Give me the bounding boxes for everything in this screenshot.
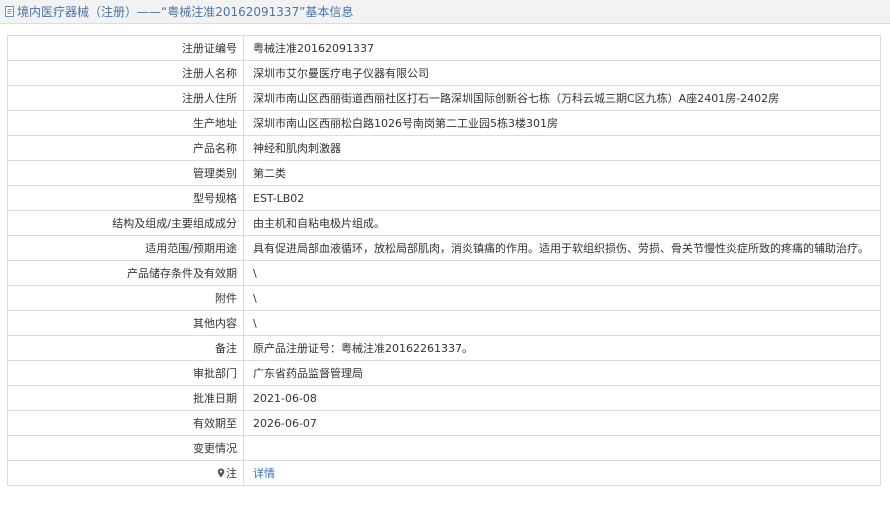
note-label-cell: 注 — [7, 460, 244, 486]
row-label: 适用范围/预期用途 — [7, 235, 244, 261]
row-label: 批准日期 — [7, 385, 244, 411]
table-row: 结构及组成/主要组成成分 由主机和自粘电极片组成。 — [7, 210, 881, 236]
row-value: 深圳市南山区西丽松白路1026号南岗第二工业园5栋3楼301房 — [243, 110, 881, 136]
table-row: 注册证编号 粤械注准20162091337 — [7, 35, 881, 61]
row-label: 注册人名称 — [7, 60, 244, 86]
row-label: 管理类别 — [7, 160, 244, 186]
row-value: 2021-06-08 — [243, 385, 881, 411]
table-row: 附件 \ — [7, 285, 881, 311]
note-value-cell: 详情 — [243, 460, 881, 486]
row-value: 粤械注准20162091337 — [243, 35, 881, 61]
table-row: 注册人住所 深圳市南山区西丽街道西丽社区打石一路深圳国际创新谷七栋（万科云城三期… — [7, 85, 881, 111]
table-row: 适用范围/预期用途 具有促进局部血液循环，放松局部肌肉，消炎镇痛的作用。适用于软… — [7, 235, 881, 261]
map-pin-icon — [217, 468, 225, 478]
row-label: 其他内容 — [7, 310, 244, 336]
row-value: EST-LB02 — [243, 185, 881, 211]
table-row: 其他内容 \ — [7, 310, 881, 336]
table-row: 审批部门 广东省药品监督管理局 — [7, 360, 881, 386]
table-row: 批准日期 2021-06-08 — [7, 385, 881, 411]
table-row: 有效期至 2026-06-07 — [7, 410, 881, 436]
row-value: 原产品注册证号：粤械注准20162261337。 — [243, 335, 881, 361]
row-label: 有效期至 — [7, 410, 244, 436]
table-row: 型号规格 EST-LB02 — [7, 185, 881, 211]
row-label: 结构及组成/主要组成成分 — [7, 210, 244, 236]
details-link[interactable]: 详情 — [253, 467, 275, 480]
row-value: 2026-06-07 — [243, 410, 881, 436]
row-label: 注册人住所 — [7, 85, 244, 111]
page-header: 境内医疗器械（注册）——“粤械注准20162091337”基本信息 — [0, 0, 890, 24]
row-label: 注册证编号 — [7, 35, 244, 61]
document-icon — [5, 6, 14, 17]
table-row: 产品名称 神经和肌肉刺激器 — [7, 135, 881, 161]
device-info-table: 注册证编号 粤械注准20162091337 注册人名称 深圳市艾尔曼医疗电子仪器… — [7, 35, 881, 486]
table-row: 管理类别 第二类 — [7, 160, 881, 186]
row-value: \ — [243, 310, 881, 336]
table-row: 生产地址 深圳市南山区西丽松白路1026号南岗第二工业园5栋3楼301房 — [7, 110, 881, 136]
row-label: 生产地址 — [7, 110, 244, 136]
note-label: 注 — [226, 467, 237, 480]
row-value: 具有促进局部血液循环，放松局部肌肉，消炎镇痛的作用。适用于软组织损伤、劳损、骨关… — [243, 235, 881, 261]
row-label: 变更情况 — [7, 435, 244, 461]
row-value: 广东省药品监督管理局 — [243, 360, 881, 386]
row-label: 附件 — [7, 285, 244, 311]
row-label: 产品名称 — [7, 135, 244, 161]
row-label: 备注 — [7, 335, 244, 361]
row-value: 第二类 — [243, 160, 881, 186]
table-row: 备注 原产品注册证号：粤械注准20162261337。 — [7, 335, 881, 361]
row-value: \ — [243, 285, 881, 311]
row-value: \ — [243, 260, 881, 286]
table-row: 产品储存条件及有效期 \ — [7, 260, 881, 286]
row-value: 深圳市南山区西丽街道西丽社区打石一路深圳国际创新谷七栋（万科云城三期C区九栋）A… — [243, 85, 881, 111]
row-label: 审批部门 — [7, 360, 244, 386]
table-row: 变更情况 — [7, 435, 881, 461]
row-value: 由主机和自粘电极片组成。 — [243, 210, 881, 236]
row-label: 型号规格 — [7, 185, 244, 211]
row-value: 神经和肌肉刺激器 — [243, 135, 881, 161]
row-value — [243, 435, 881, 461]
note-row: 注 详情 — [7, 460, 881, 486]
table-row: 注册人名称 深圳市艾尔曼医疗电子仪器有限公司 — [7, 60, 881, 86]
page-title: 境内医疗器械（注册）——“粤械注准20162091337”基本信息 — [17, 5, 354, 19]
row-label: 产品储存条件及有效期 — [7, 260, 244, 286]
row-value: 深圳市艾尔曼医疗电子仪器有限公司 — [243, 60, 881, 86]
